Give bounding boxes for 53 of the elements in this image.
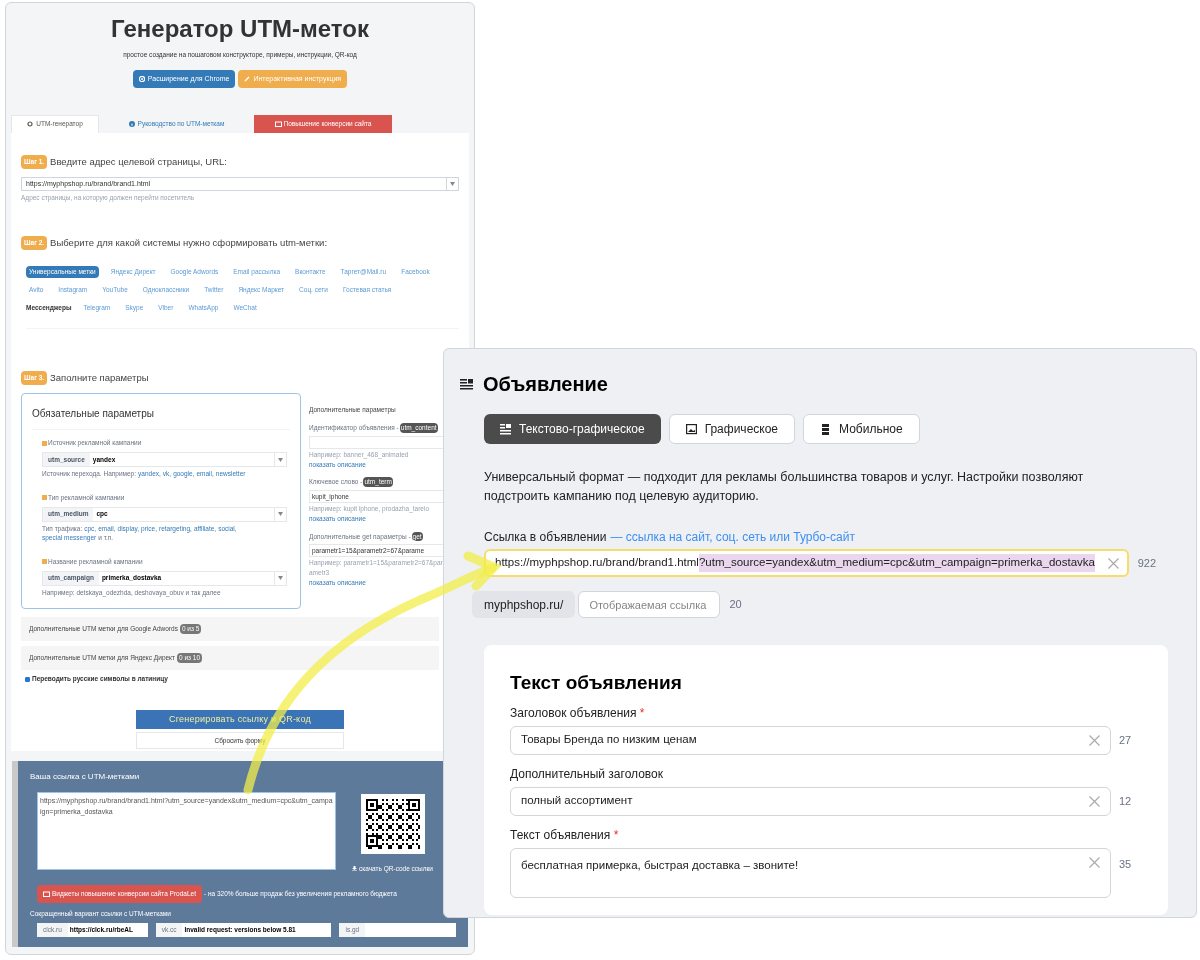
char-count: 12 — [1119, 793, 1132, 809]
caret-icon — [278, 576, 283, 581]
step-title: Выберите для какой системы нужно сформировать utm-метки: — [50, 235, 328, 250]
step-number-icon — [42, 440, 47, 446]
field-label: Ссылка в объявлении — [484, 529, 607, 546]
page-title: Генератор UTM-меток — [111, 17, 369, 41]
panel-title: Обязательные параметры — [32, 406, 290, 431]
download-icon — [352, 866, 357, 872]
description-text: Универсальный формат — подходит для рекламы большинства товаров и услуг. Настройки позволяют подстроить кампанию под целевую аудиторию. — [484, 469, 1085, 505]
param-field[interactable] — [309, 435, 444, 449]
step-number-icon — [42, 495, 47, 501]
format-tab[interactable]: Мобильное — [803, 414, 920, 444]
char-count: 922 — [1137, 555, 1156, 571]
char-count: 20 — [729, 597, 742, 613]
clear-icon — [1089, 795, 1100, 807]
text-area[interactable]: бесплатная примерка, быстрая доставка – звоните! — [510, 847, 1111, 898]
domain-label: myphpshop.ru/ — [472, 591, 576, 618]
checkbox[interactable] — [25, 676, 30, 682]
hint-link[interactable]: — ссылка на сайт, соц. сеть или Турбо-сайт — [610, 528, 855, 546]
gear-icon — [27, 121, 35, 128]
list-icon — [460, 378, 473, 390]
step-title: Заполните параметры — [50, 371, 149, 385]
pencil-icon — [244, 75, 251, 82]
field-label: Дополнительный заголовок — [510, 765, 665, 783]
text-field[interactable]: полный ассортимент — [510, 786, 1111, 816]
circle-icon — [138, 75, 145, 82]
window-icon — [274, 120, 282, 127]
clear-icon — [1107, 557, 1119, 569]
card-title: Текст объявления — [510, 671, 683, 695]
text-field[interactable]: Товары Бренда по низким ценам — [510, 725, 1111, 755]
list-icon — [500, 423, 511, 435]
window-icon — [43, 890, 50, 897]
char-count: 35 — [1119, 856, 1132, 872]
image-icon — [685, 423, 697, 435]
clear-icon — [1089, 734, 1100, 746]
field-label: Заголовок объявления * — [510, 704, 646, 722]
stack-icon — [820, 423, 832, 435]
format-tab[interactable]: Текстово-графическое — [484, 414, 661, 444]
caret-icon — [450, 182, 455, 186]
format-tab[interactable]: Графическое — [668, 414, 796, 444]
info-icon — [128, 120, 136, 127]
qr-code-drawing — [360, 793, 425, 854]
char-count: 27 — [1119, 732, 1132, 748]
section-title: Объявление — [483, 372, 608, 397]
step-number-icon — [42, 559, 47, 565]
link-field[interactable]: https://myphpshop.ru/brand/brand1.html?utm_source=yandex&utm_medium=cpc&utm_campaign=primerka_dostavka — [484, 549, 1129, 577]
caret-icon — [278, 512, 283, 516]
step-title: Введите адрес целевой страницы, URL: — [50, 154, 227, 169]
caret-icon — [278, 457, 283, 462]
field-label: Текст объявления * — [510, 826, 620, 844]
display-link-field[interactable]: Отображаемая ссылка — [578, 591, 721, 618]
clear-icon — [1089, 856, 1100, 868]
result-title: Ваша ссылка с UTM-метками — [30, 770, 141, 783]
